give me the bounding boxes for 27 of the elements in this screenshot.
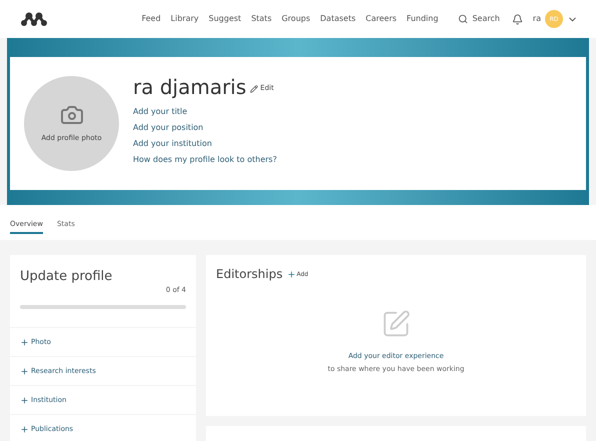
logo-icon[interactable] (20, 12, 48, 26)
nav-link[interactable]: Datasets (320, 13, 356, 25)
user-name[interactable]: ra (532, 13, 541, 25)
nav-link[interactable]: Funding (406, 13, 438, 25)
nav-link[interactable]: Groups (282, 13, 310, 25)
profile-link[interactable]: Add your position (133, 122, 277, 134)
profile-link[interactable]: Add your institution (133, 138, 277, 150)
nav-link[interactable]: Stats (251, 13, 272, 25)
plus-icon (286, 270, 296, 278)
nav-link[interactable]: Suggest (208, 13, 242, 25)
plus-icon (20, 424, 29, 434)
card-title: Update profile (20, 268, 114, 286)
card-title: Editorships (216, 266, 283, 283)
search-icon (458, 14, 468, 24)
pencil-icon (250, 84, 258, 92)
profile-name: ra djamaris (133, 74, 246, 100)
search-button[interactable]: Search (458, 13, 500, 25)
nav-link[interactable]: Feed (142, 13, 161, 25)
bell-icon[interactable] (512, 14, 523, 24)
profile-link[interactable]: Add your title (133, 106, 277, 118)
nav-link[interactable]: Careers (366, 13, 397, 25)
edit-note-icon (381, 309, 411, 339)
plus-icon (20, 366, 29, 376)
plus-icon (20, 338, 29, 346)
profile-link[interactable]: How does my profile look to others? (133, 154, 277, 166)
nav-link[interactable]: Library (170, 13, 199, 25)
plus-icon (20, 396, 29, 404)
